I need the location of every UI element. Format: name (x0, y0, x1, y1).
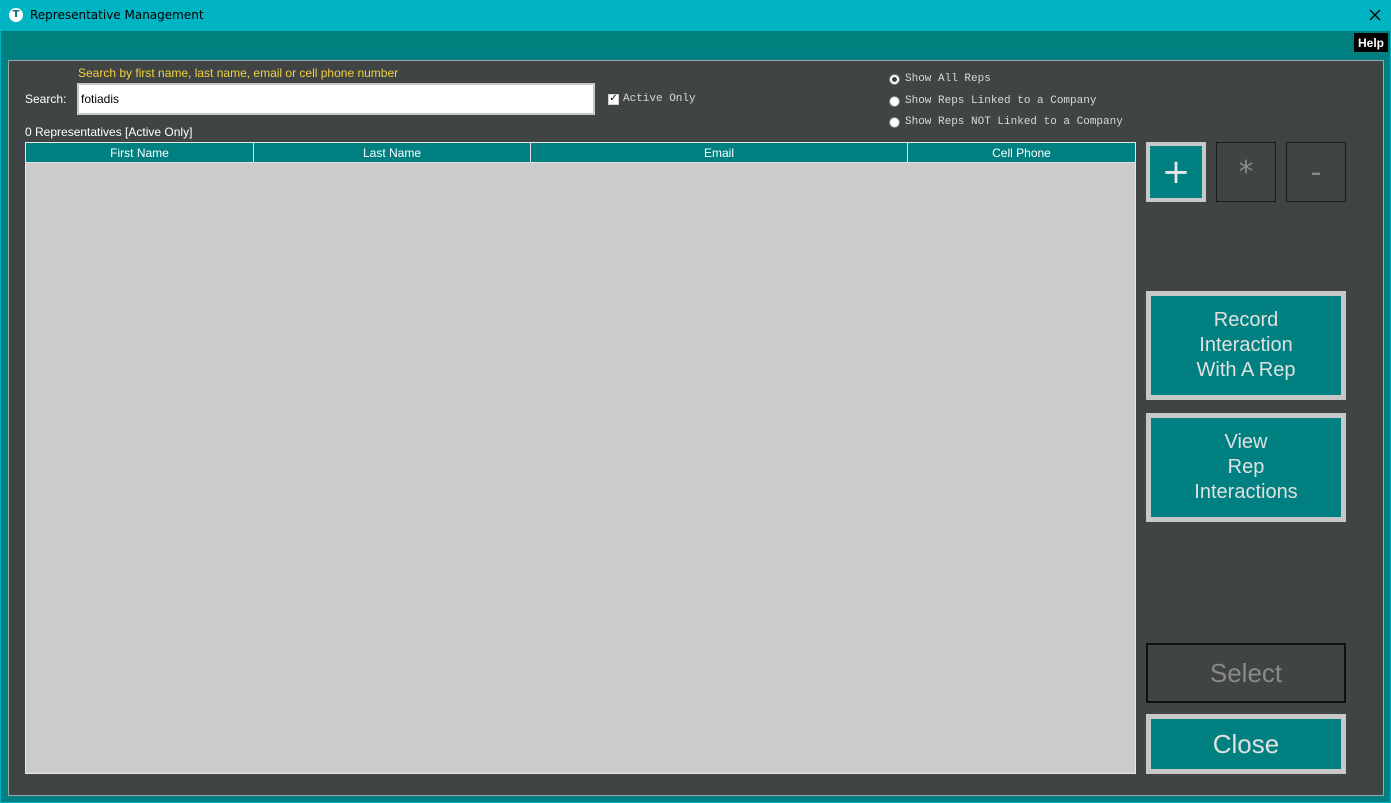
edit-rep-button[interactable]: * (1216, 142, 1276, 202)
filter-label-linked: Show Reps Linked to a Company (905, 95, 1097, 107)
view-interactions-button[interactable]: View Rep Interactions (1146, 413, 1346, 522)
filter-option-all-reps[interactable]: Show All Reps (889, 73, 991, 85)
table-header: First Name Last Name Email Cell Phone (26, 143, 1135, 163)
menu-band (1, 31, 1390, 54)
filter-option-not-linked[interactable]: Show Reps NOT Linked to a Company (889, 116, 1123, 128)
title-bar: T Representative Management (0, 0, 1391, 31)
check-mark-icon: ✓ (609, 93, 618, 104)
column-header-cell-phone[interactable]: Cell Phone (908, 143, 1135, 163)
close-icon (1369, 9, 1381, 21)
column-header-last-name[interactable]: Last Name (254, 143, 531, 163)
active-only-checkbox[interactable]: ✓ (608, 93, 619, 105)
representatives-table[interactable]: First Name Last Name Email Cell Phone (25, 142, 1136, 774)
search-input[interactable] (77, 83, 595, 115)
filter-radio-linked[interactable] (889, 95, 900, 107)
filter-label-not-linked: Show Reps NOT Linked to a Company (905, 116, 1123, 128)
delete-rep-button[interactable]: - (1286, 142, 1346, 202)
column-header-email[interactable]: Email (531, 143, 908, 163)
active-only-toggle[interactable]: ✓ Active Only (608, 93, 696, 105)
filter-radio-all[interactable] (889, 73, 900, 85)
add-rep-button[interactable]: + (1146, 142, 1206, 202)
window-close-button[interactable] (1364, 4, 1386, 26)
column-header-first-name[interactable]: First Name (26, 143, 254, 163)
active-only-label: Active Only (623, 93, 696, 105)
search-label: Search: (25, 92, 67, 106)
help-button[interactable]: Help (1354, 33, 1388, 52)
app-logo-icon: T (9, 8, 23, 22)
close-button[interactable]: Close (1146, 714, 1346, 774)
filter-label-all: Show All Reps (905, 73, 991, 85)
window-title: Representative Management (30, 8, 204, 22)
record-interaction-button[interactable]: Record Interaction With A Rep (1146, 291, 1346, 400)
filter-option-linked[interactable]: Show Reps Linked to a Company (889, 95, 1096, 107)
select-button[interactable]: Select (1146, 643, 1346, 703)
results-count: 0 Representatives [Active Only] (25, 125, 193, 139)
filter-radio-not-linked[interactable] (889, 116, 900, 128)
search-hint: Search by first name, last name, email o… (78, 66, 399, 80)
